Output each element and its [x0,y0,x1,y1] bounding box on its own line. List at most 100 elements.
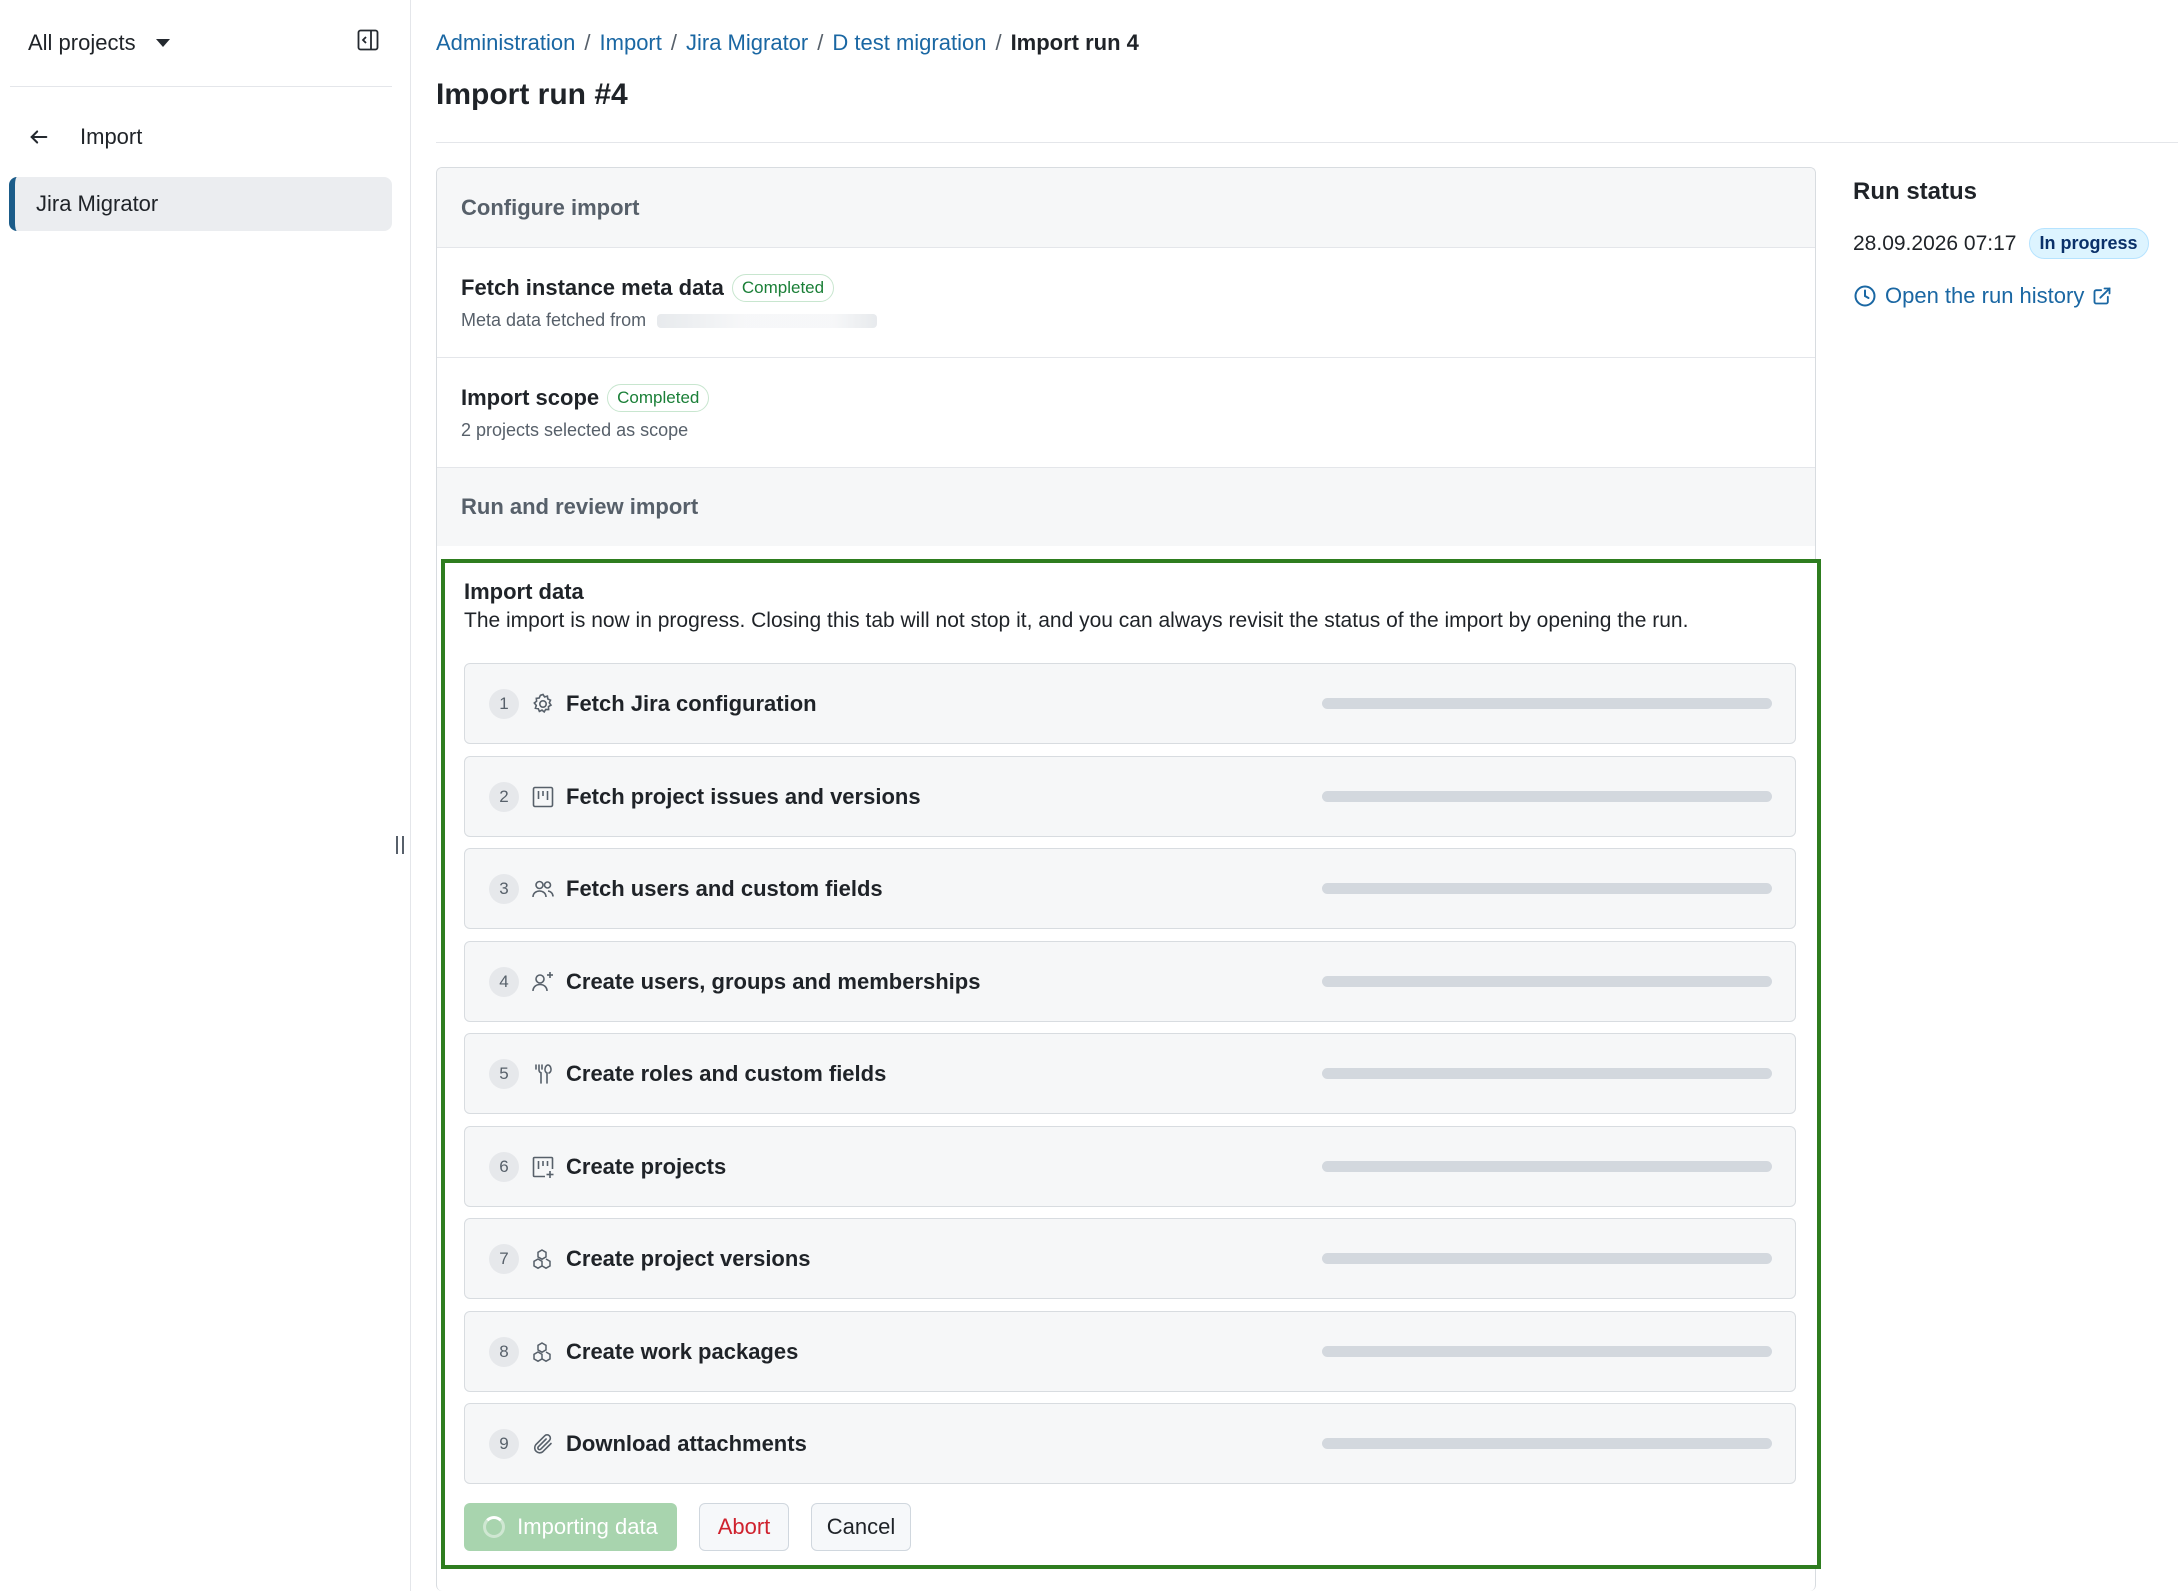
step-number: 7 [489,1243,519,1274]
step-progress-bar [1322,1346,1772,1357]
import-scope-row: Import scope Completed 2 projects select… [437,357,1815,467]
breadcrumb-current: Import run 4 [1010,30,1139,55]
step-number: 6 [489,1151,519,1182]
sidebar: All projects Import Jira Migrator [0,0,411,1591]
open-run-history-label: Open the run history [1885,283,2085,308]
sidebar-item-jira-migrator[interactable]: Jira Migrator [9,177,392,231]
configure-import-heading: Configure import [437,168,1815,247]
import-step: 3 Fetch users and custom fields [464,848,1796,929]
breadcrumb-test-migration[interactable]: D test migration [832,30,986,56]
breadcrumb-separator: / [584,30,591,55]
importing-data-label: Importing data [517,1514,658,1539]
import-step: 7 Create project versions [464,1218,1796,1299]
sidebar-divider [10,86,392,87]
step-label: Fetch users and custom fields [566,875,883,901]
arrow-left-icon [30,130,48,144]
breadcrumb: Administration / Import / Jira Migrator … [436,26,1139,60]
import-step: 9 Download attachments [464,1403,1796,1484]
packages-icon [529,1245,557,1273]
page-title: Import run #4 [436,78,628,111]
step-label: Create work packages [566,1338,799,1364]
run-status-line: 28.09.2026 07:17 In progress [1853,228,2149,259]
abort-label: Abort [717,1514,771,1539]
back-link-label: Import [80,124,143,149]
status-badge: Completed [607,384,710,412]
step-label: Download attachments [566,1430,807,1456]
step-number: 4 [489,966,519,997]
breadcrumb-administration[interactable]: Administration [436,30,575,56]
collapse-sidebar-button[interactable] [354,26,382,54]
import-data-section: Import data The import is now in progres… [441,559,1821,1569]
step-number: 5 [489,1058,519,1089]
step-progress-bar [1322,976,1772,987]
run-timestamp: 28.09.2026 07:17 [1853,231,2017,255]
sidebar-collapse-icon [357,29,379,51]
external-link-icon [2093,287,2111,305]
breadcrumb-separator: / [670,30,677,55]
import-step: 6 Create projects [464,1126,1796,1207]
abort-button[interactable]: Abort [699,1503,789,1551]
run-status-title: Run status [1853,178,1978,205]
project-switcher-label: All projects [28,30,136,55]
fetch-meta-row: Fetch instance meta data Completed Meta … [437,247,1815,357]
import-scope-subtitle: 2 projects selected as scope [461,420,689,440]
step-progress-bar [1322,883,1772,894]
people-icon [529,875,557,903]
fetch-meta-subtitle-row: Meta data fetched from [461,310,1815,331]
step-progress-bar [1322,698,1772,709]
step-progress-bar [1322,1253,1772,1264]
status-badge: In progress [2028,228,2149,259]
importing-data-button[interactable]: Importing data [464,1503,677,1551]
cancel-label: Cancel [826,1514,896,1539]
run-review-heading-text: Run and review import [461,494,699,519]
fetch-meta-subtitle: Meta data fetched from [461,310,647,330]
import-step: 1 Fetch Jira configuration [464,663,1796,744]
clock-icon [1854,285,1876,307]
open-run-history-link[interactable]: Open the run history [1853,283,2112,309]
import-scope-title-row: Import scope Completed [461,384,1815,412]
tools-icon [529,1060,557,1088]
step-label: Create project versions [566,1245,811,1271]
step-label: Create projects [566,1153,727,1179]
packages-icon [529,1338,557,1366]
caret-down-icon [155,39,170,47]
breadcrumb-separator: / [817,30,824,55]
sidebar-resize-handle[interactable] [396,836,404,854]
status-badge: Completed [731,274,835,302]
breadcrumb-jira-migrator[interactable]: Jira Migrator [686,30,808,56]
import-step: 8 Create work packages [464,1311,1796,1392]
redacted-url [657,314,878,329]
step-label: Fetch Jira configuration [566,690,817,716]
person-add-icon [529,968,557,996]
step-number: 2 [489,781,519,812]
step-number: 8 [489,1336,519,1367]
project-add-icon [529,1153,557,1181]
step-label: Create users, groups and memberships [566,968,981,994]
paperclip-icon [529,1430,557,1458]
back-link[interactable]: Import [28,120,142,154]
step-number: 3 [489,873,519,904]
step-number: 1 [489,688,519,719]
title-divider [436,142,2178,143]
step-progress-bar [1322,1161,1772,1172]
import-step: 5 Create roles and custom fields [464,1033,1796,1114]
step-progress-bar [1322,1068,1772,1079]
import-step: 2 Fetch project issues and versions [464,756,1796,837]
cancel-button[interactable]: Cancel [811,1503,911,1551]
fetch-meta-title: Fetch instance meta data [461,275,724,300]
import-data-description: The import is now in progress. Closing t… [464,609,1689,632]
step-label: Fetch project issues and versions [566,783,921,809]
step-progress-bar [1322,1438,1772,1449]
app-root: All projects Import Jira Migrator Admini… [0,0,2178,1591]
fetch-meta-title-row: Fetch instance meta data Completed [461,274,1815,302]
breadcrumb-import[interactable]: Import [600,30,662,56]
import-step: 4 Create users, groups and memberships [464,941,1796,1022]
step-progress-bar [1322,791,1772,802]
sidebar-item-label: Jira Migrator [36,191,159,216]
gear-icon [529,690,557,718]
step-number: 9 [489,1428,519,1459]
project-switcher[interactable]: All projects [28,26,170,60]
breadcrumb-separator: / [995,30,1002,55]
import-data-title: Import data [464,579,584,604]
step-label: Create roles and custom fields [566,1060,887,1086]
